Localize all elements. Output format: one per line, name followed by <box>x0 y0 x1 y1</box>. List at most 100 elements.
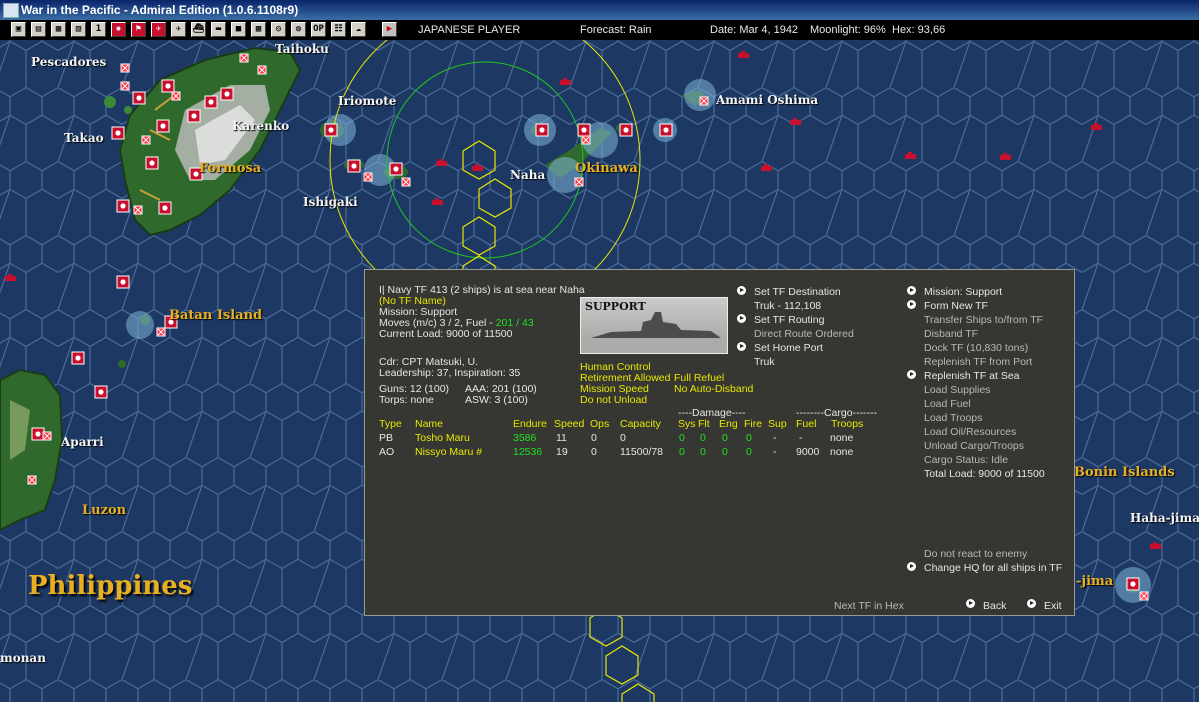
map-label-naha[interactable]: Naha <box>510 168 545 182</box>
exit-icon[interactable] <box>1027 599 1036 608</box>
mission-icon[interactable] <box>907 286 916 295</box>
row1-fire: 0 <box>746 432 752 444</box>
end-turn-button[interactable]: ▶ <box>382 22 397 37</box>
map-label-philippines[interactable]: Philippines <box>28 571 192 601</box>
report-4-button[interactable]: ▧ <box>71 22 86 37</box>
back-icon[interactable] <box>966 599 975 608</box>
set-routing-button[interactable]: Set TF Routing <box>754 314 824 326</box>
map-label-karenko[interactable]: Karenko <box>232 119 289 133</box>
map-label-aparri[interactable]: Aparri <box>61 435 104 449</box>
load-oil-button[interactable]: Load Oil/Resources <box>924 426 1016 438</box>
replenish-sea-button[interactable]: Replenish TF at Sea <box>924 370 1020 382</box>
row1-name[interactable]: Tosho Maru <box>415 432 470 444</box>
load-supplies-button[interactable]: Load Supplies <box>924 384 991 396</box>
form-new-tf-icon[interactable] <box>907 300 916 309</box>
ship-class-image: SUPPORT <box>580 297 728 354</box>
col-fuel[interactable]: Fuel <box>796 418 816 430</box>
col-fire[interactable]: Fire <box>744 418 762 430</box>
japan-flag-button[interactable]: ✹ <box>111 22 126 37</box>
report-3-button[interactable]: ▦ <box>51 22 66 37</box>
col-type[interactable]: Type <box>379 418 402 430</box>
map-label-batan-island[interactable]: Batan Island <box>169 308 262 323</box>
col-flt[interactable]: Flt <box>698 418 710 430</box>
map-label-taihoku[interactable]: Taihoku <box>275 42 329 56</box>
map-label-formosa[interactable]: Formosa <box>199 161 261 176</box>
destination-value: Truk - 112,108 <box>754 300 822 312</box>
set-home-port-button[interactable]: Set Home Port <box>754 342 823 354</box>
dock-tf-button[interactable]: Dock TF (10,830 tons) <box>924 342 1028 354</box>
mission-button[interactable]: Mission: Support <box>924 286 1002 298</box>
map-label-takao[interactable]: Takao <box>64 131 104 145</box>
report-1-button[interactable]: ▣ <box>11 22 26 37</box>
map-label-luzon[interactable]: Luzon <box>82 503 126 518</box>
game-date: Date: Mar 4, 1942 <box>710 24 799 36</box>
map-label-amami-oshima[interactable]: Amami Oshima <box>716 93 818 107</box>
unload-cargo-button[interactable]: Unload Cargo/Troops <box>924 440 1024 452</box>
map-button[interactable]: ▩ <box>251 22 266 37</box>
change-hq-icon[interactable] <box>907 562 916 571</box>
row2-fire: 0 <box>746 446 752 458</box>
title-bar: War in the Pacific - Admiral Edition (1.… <box>0 0 1199 20</box>
transfer-ships-button[interactable]: Transfer Ships to/from TF <box>924 314 1043 326</box>
col-name[interactable]: Name <box>415 418 443 430</box>
react-to-enemy-button[interactable]: Do not react to enemy <box>924 548 1027 560</box>
info-button[interactable]: OP <box>311 22 326 37</box>
load-troops-button[interactable]: Load Troops <box>924 412 982 424</box>
cargo-status: Cargo Status: Idle <box>924 454 1009 466</box>
weather-forecast: Forecast: Rain <box>580 24 652 36</box>
col-endure[interactable]: Endure <box>513 418 547 430</box>
back-button[interactable]: Back <box>983 600 1006 612</box>
base-button[interactable]: ■ <box>231 22 246 37</box>
exit-button[interactable]: Exit <box>1044 600 1062 612</box>
row2-sys: 0 <box>679 446 685 458</box>
map-label-iriomote[interactable]: Iriomote <box>338 94 396 108</box>
row1-troops: none <box>830 432 854 444</box>
task-force-panel: I| Navy TF 413 (2 ships) is at sea near … <box>364 269 1075 616</box>
intel-button[interactable]: ☷ <box>331 22 346 37</box>
map-label-jima[interactable]: -jima <box>1076 574 1113 589</box>
air-group-button[interactable]: ✈ <box>171 22 186 37</box>
fleet-button[interactable]: ⚑ <box>131 22 146 37</box>
map-label-monan[interactable]: monan <box>0 651 46 665</box>
col-sup[interactable]: Sup <box>768 418 787 430</box>
option-no-auto-disband[interactable]: No Auto-Disband <box>674 383 753 395</box>
set-routing-icon[interactable] <box>737 314 746 323</box>
tf-leadership: Leadership: 37, Inspiration: 35 <box>379 367 521 379</box>
col-sys[interactable]: Sys <box>678 418 696 430</box>
aircraft-button[interactable]: ✈ <box>151 22 166 37</box>
number-1-button[interactable]: 1 <box>91 22 106 37</box>
replenish-port-button[interactable]: Replenish TF from Port <box>924 356 1032 368</box>
report-2-button[interactable]: ▤ <box>31 22 46 37</box>
clouds-button[interactable]: ☁ <box>351 22 366 37</box>
disband-tf-button[interactable]: Disband TF <box>924 328 978 340</box>
set-destination-icon[interactable] <box>737 286 746 295</box>
set-destination-button[interactable]: Set TF Destination <box>754 286 841 298</box>
change-hq-button[interactable]: Change HQ for all ships in TF <box>924 562 1062 574</box>
map-label-bonin-islands[interactable]: Bonin Islands <box>1074 465 1175 480</box>
col-ops[interactable]: Ops <box>590 418 609 430</box>
replenish-sea-icon[interactable] <box>907 370 916 379</box>
row2-name[interactable]: Nissyo Maru # <box>415 446 482 458</box>
map-label-ishigaki[interactable]: Ishigaki <box>303 195 358 209</box>
col-speed[interactable]: Speed <box>554 418 584 430</box>
next-tf-in-hex-button[interactable]: Next TF in Hex <box>834 600 904 612</box>
form-new-tf-button[interactable]: Form New TF <box>924 300 988 312</box>
row2-capacity: 11500/78 <box>620 446 664 458</box>
window-title: War in the Pacific - Admiral Edition (1.… <box>21 3 299 17</box>
map-label-okinawa[interactable]: Okinawa <box>575 161 638 176</box>
grid-button[interactable]: ◍ <box>291 22 306 37</box>
row1-type: PB <box>379 432 394 444</box>
row2-flt: 0 <box>700 446 706 458</box>
col-eng[interactable]: Eng <box>719 418 738 430</box>
ground-button[interactable]: ▬ <box>211 22 226 37</box>
option-do-not-unload[interactable]: Do not Unload <box>580 394 647 406</box>
load-fuel-button[interactable]: Load Fuel <box>924 398 971 410</box>
map-label-pescadores[interactable]: Pescadores <box>31 55 106 69</box>
ship-button[interactable]: ⛴ <box>191 22 206 37</box>
set-home-port-icon[interactable] <box>737 342 746 351</box>
filter-button[interactable]: ◎ <box>271 22 286 37</box>
player-side: JAPANESE PLAYER <box>418 24 521 36</box>
col-troops[interactable]: Troops <box>831 418 863 430</box>
col-capacity[interactable]: Capacity <box>620 418 661 430</box>
map-label-haha-jima[interactable]: Haha-jima <box>1130 511 1199 525</box>
